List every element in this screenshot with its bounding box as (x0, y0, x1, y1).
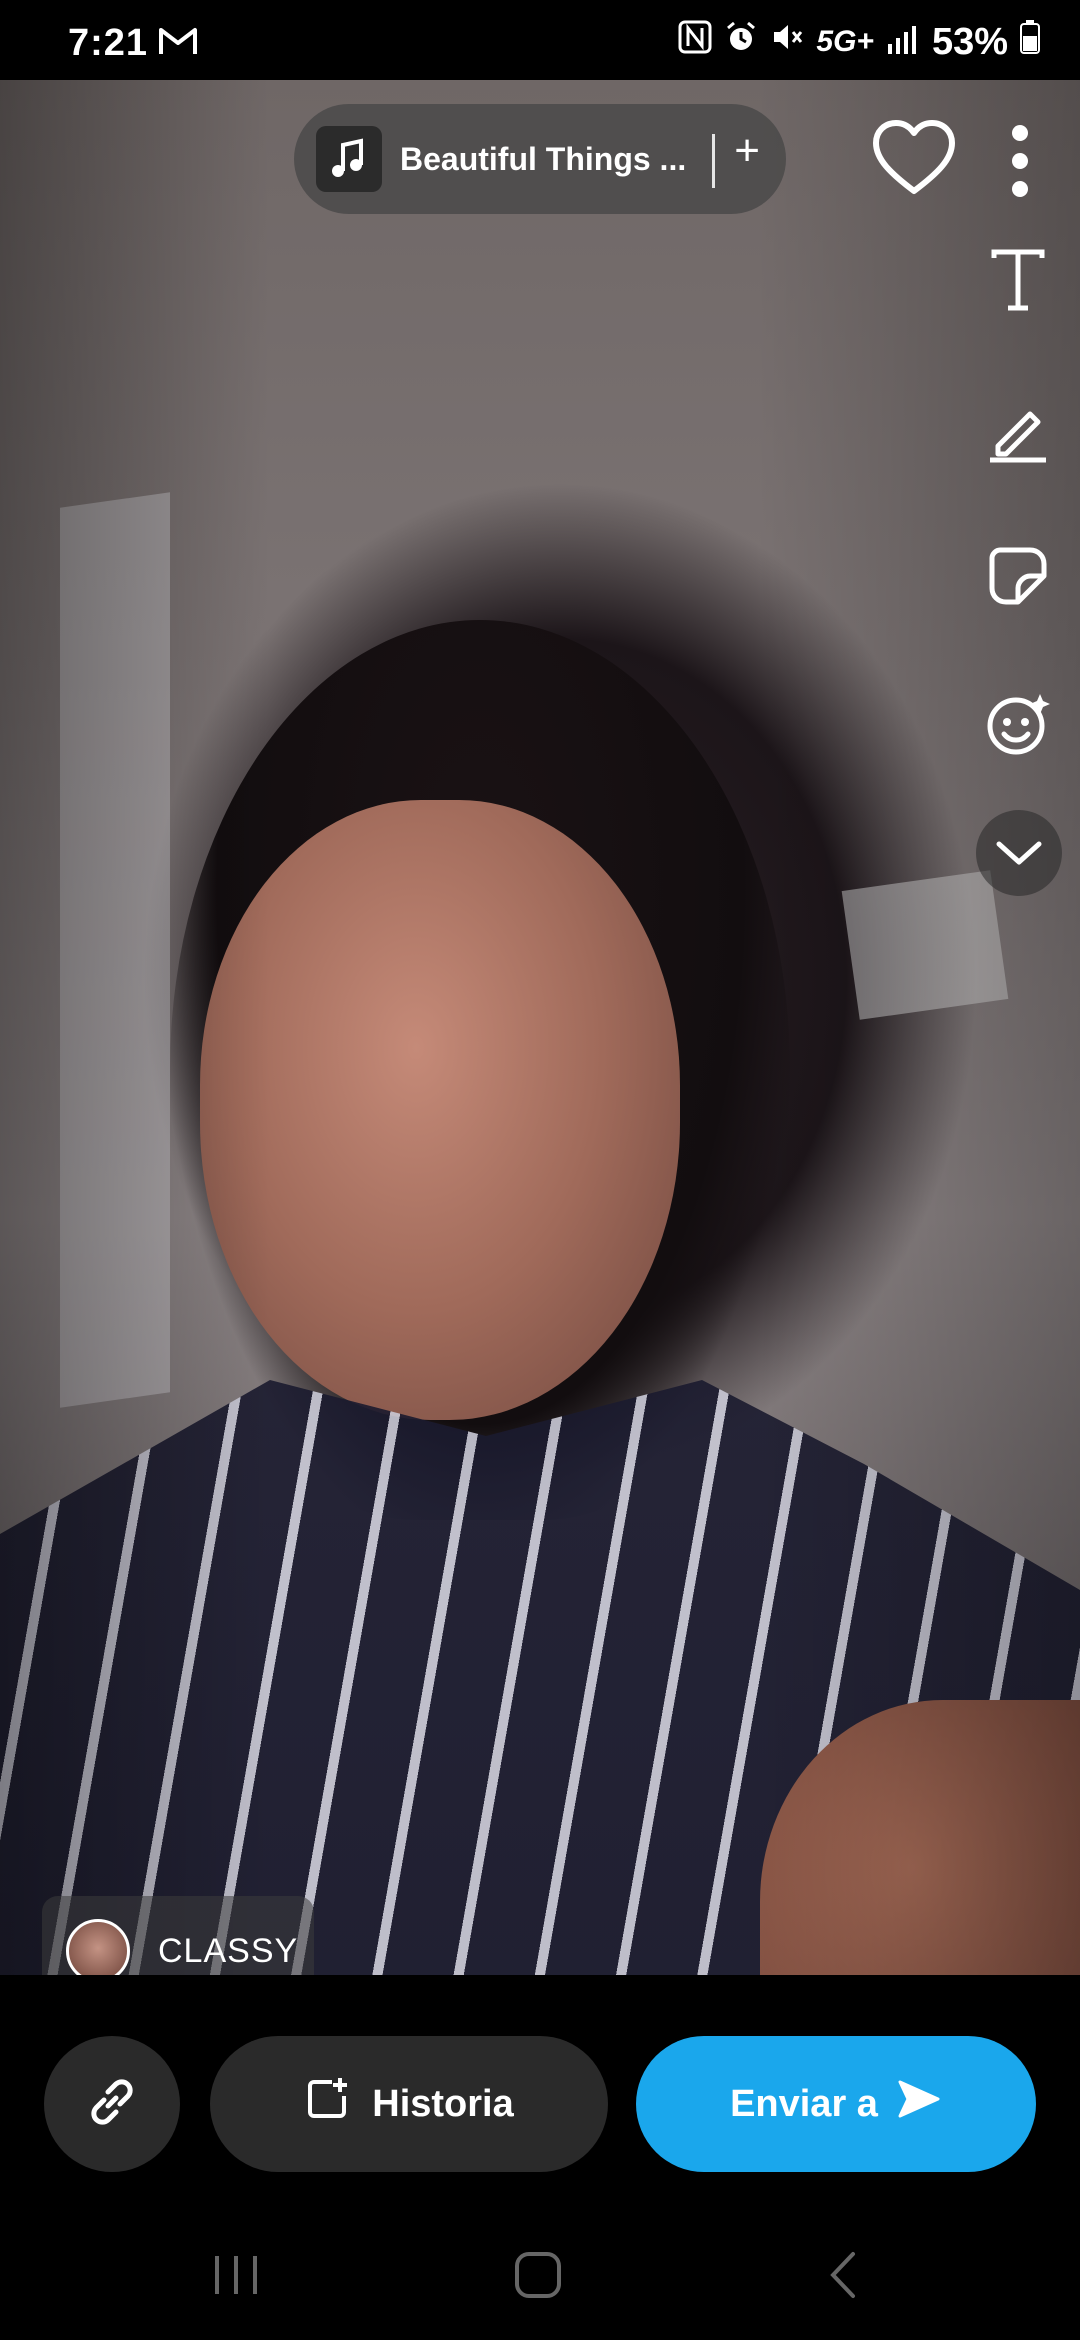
more-options-icon[interactable] (1000, 116, 1040, 206)
battery-percent: 53% (931, 20, 1008, 63)
add-story-icon (304, 2076, 350, 2132)
music-title: Beautiful Things ... (400, 140, 687, 177)
alarm-icon (724, 20, 758, 64)
recents-nav-icon[interactable] (196, 2240, 276, 2310)
music-chip[interactable]: Beautiful Things ... + (294, 104, 786, 214)
clock: 7:21 (68, 22, 149, 64)
status-bar: 7:21 5G+ 53% (0, 0, 1080, 80)
signal-icon (886, 21, 920, 64)
gmail-icon (158, 24, 198, 63)
attach-link-button[interactable] (44, 2036, 180, 2172)
emoji-tool-icon[interactable] (978, 684, 1058, 764)
snap-photo[interactable] (0, 80, 1080, 1975)
lens-avatar (66, 1919, 130, 1983)
story-label: Historia (372, 2082, 514, 2125)
back-nav-icon[interactable] (802, 2240, 882, 2310)
chip-divider (712, 134, 715, 188)
chevron-down-icon[interactable] (976, 810, 1062, 896)
photo-vignette (0, 80, 1080, 1975)
add-to-story-button[interactable]: Historia (210, 2036, 608, 2172)
send-arrow-icon (896, 2078, 942, 2130)
send-to-button[interactable]: Enviar a (636, 2036, 1036, 2172)
send-label: Enviar a (730, 2082, 878, 2125)
sticker-tool-icon[interactable] (978, 536, 1058, 616)
battery-icon (1020, 20, 1040, 64)
network-type: 5G+ (816, 25, 874, 58)
lens-label: CLASSY (158, 1931, 299, 1970)
link-icon (82, 2072, 142, 2137)
text-tool-icon[interactable] (978, 240, 1058, 320)
home-nav-icon[interactable] (498, 2240, 578, 2310)
pen-tool-icon[interactable] (978, 392, 1058, 472)
music-note-icon (316, 126, 382, 192)
nfc-icon (678, 20, 712, 64)
add-music-button[interactable]: + (734, 126, 760, 176)
heart-icon[interactable] (866, 112, 962, 202)
mute-icon (770, 20, 804, 64)
